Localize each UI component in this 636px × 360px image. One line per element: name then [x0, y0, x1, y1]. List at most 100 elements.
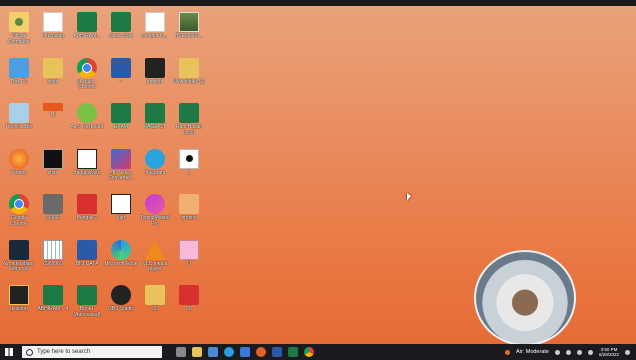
word-icon[interactable] [272, 347, 282, 357]
desktop-icon-label: ABHIRAM... 4 [37, 306, 69, 312]
pink-icon [179, 239, 199, 260]
desktop-icon[interactable]: BanglaWord [70, 148, 104, 177]
desktop-icon[interactable]: EXAM [104, 103, 138, 131]
desktop[interactable]: Village Computer Internship ABHIRAM... clas… [0, 6, 636, 344]
orange-bar-icon [43, 103, 63, 111]
chrome-icon [77, 57, 97, 78]
excel-icon [77, 285, 97, 305]
clock[interactable]: 3:50 PM 6/28/2022 [599, 347, 619, 357]
mail-icon[interactable] [240, 347, 250, 357]
desktop-icon-label: HD Video Converter... [108, 169, 134, 181]
store-icon[interactable] [208, 347, 218, 357]
desktop-icon[interactable]: TypingMaster Pro [138, 194, 172, 227]
edge-icon[interactable] [224, 347, 234, 357]
desktop-icon-label: 6969969 [43, 260, 63, 267]
desktop-icon-label: ~ [119, 78, 123, 85]
desktop-icon-label: PAGE CT [144, 124, 166, 130]
task-view-icon[interactable] [176, 347, 186, 357]
desktop-icon[interactable]: poolpot [138, 57, 172, 86]
word-icon [77, 239, 97, 260]
desktop-icon[interactable]: 56 [138, 285, 172, 313]
desktop-icon[interactable]: ABHIRAM... 4 [36, 285, 70, 313]
desktop-icon[interactable]: Book1 (Autosaved) [70, 285, 104, 318]
desktop-icon-label: Telegram [144, 169, 166, 176]
desktop-icon[interactable]: New folder (2) [172, 57, 206, 86]
desktop-icon[interactable]: Bengali 2 [70, 194, 104, 222]
desktop-icon[interactable]: Telegram [138, 148, 172, 177]
desktop-icon[interactable]: ai-class - Chrome [70, 57, 104, 91]
desktop-icon[interactable]: 1 [172, 148, 206, 177]
firefox-icon[interactable] [256, 347, 266, 357]
desktop-icon-label: This PC [10, 78, 28, 85]
notification-icon[interactable] [625, 349, 630, 355]
desktop-icon[interactable]: VLC media player [138, 239, 172, 273]
telegram-icon [145, 148, 165, 169]
desktop-icon-label: O [187, 260, 191, 267]
desktop-icon-label: Bengali 2 [76, 215, 98, 221]
desktop-icon[interactable]: HD Video Converter... [104, 148, 138, 182]
desktop-icon[interactable]: O [172, 239, 206, 268]
desktop-icon[interactable]: ABHIRAM... [70, 12, 104, 40]
desktop-icon[interactable]: shair [36, 57, 70, 86]
desktop-icon[interactable]: Internship [36, 12, 70, 40]
grid-icon [43, 239, 63, 260]
desktop-icon[interactable]: Village Computer [2, 12, 36, 45]
microphone-icon[interactable] [565, 349, 571, 355]
excel-icon [179, 103, 199, 123]
hd-icon [111, 148, 131, 169]
excel-icon[interactable] [288, 347, 298, 357]
desktop-icon-label: BTE36580... [175, 33, 203, 39]
desktop-icon[interactable]: shair [36, 148, 70, 177]
desktop-icon[interactable]: This PC [2, 57, 36, 86]
desk-folder-icon [9, 285, 29, 305]
start-button[interactable] [0, 344, 18, 360]
desktop-icon[interactable]: OBS Studio [104, 285, 138, 313]
desktop-icon[interactable]: 66666 [36, 194, 70, 222]
desktop-icon[interactable]: Wondershare Filmora9 [2, 239, 36, 273]
photo-icon [179, 12, 199, 32]
doc-icon [43, 12, 63, 32]
desktop-icon-label: ai-class - Chrome [76, 78, 97, 90]
recycle-icon [9, 103, 29, 123]
desktop-icon[interactable]: kari [104, 194, 138, 222]
desktop-icon[interactable]: Rahi Hasan excel [172, 103, 206, 136]
chrome-icon[interactable] [304, 347, 314, 357]
desktop-icon[interactable]: poolpot fa... [138, 12, 172, 40]
desktop-icon[interactable]: Ui [36, 103, 70, 119]
desktop-icon[interactable]: BTE36580... [172, 12, 206, 40]
desktop-icon[interactable]: Firefox [2, 148, 36, 177]
desktop-icon[interactable]: desktop [2, 285, 36, 313]
folder-icon [145, 285, 165, 305]
desktop-icon-label: EXAM [113, 124, 129, 130]
desktop-icon[interactable]: prosno [172, 194, 206, 222]
volume-icon[interactable] [587, 349, 593, 355]
file-explorer-icon[interactable] [192, 347, 202, 357]
desktop-icon[interactable]: Recycle Bin [2, 103, 36, 131]
desktop-icon-label: 1 [187, 169, 191, 176]
desktop-icon[interactable]: Avro Keyboard [70, 103, 104, 131]
desktop-icon[interactable]: class chart [104, 12, 138, 40]
doc-icon [145, 12, 165, 32]
desktop-icon-label: Microsoft Edge [104, 260, 138, 267]
folder-icon [43, 57, 63, 78]
avro-icon [77, 103, 97, 123]
desktop-icon[interactable]: BIO DATA [70, 239, 104, 268]
desktop-icon[interactable]: PAGE CT [138, 103, 172, 131]
weather-icon [504, 349, 510, 355]
desktop-icon[interactable]: Google Chrome [2, 194, 36, 227]
chevron-up-icon[interactable] [554, 349, 560, 355]
excel-icon [111, 12, 131, 32]
network-icon[interactable] [576, 349, 582, 355]
excel-icon [77, 12, 97, 32]
excel-icon [145, 103, 165, 123]
desktop-icon[interactable]: 58 [172, 285, 206, 313]
desktop-icon[interactable]: ~ [104, 57, 138, 86]
desktop-icon-label: BanglaWord [73, 169, 101, 176]
webcam-overlay [474, 250, 576, 344]
taskbar-search[interactable]: Type here to search [22, 346, 162, 358]
desktop-icon[interactable]: Microsoft Edge [104, 239, 138, 268]
desktop-icon[interactable]: 6969969 [36, 239, 70, 268]
film-icon [43, 148, 63, 169]
firefox-icon [9, 148, 29, 169]
weather-text[interactable]: Air: Moderate [516, 349, 549, 355]
